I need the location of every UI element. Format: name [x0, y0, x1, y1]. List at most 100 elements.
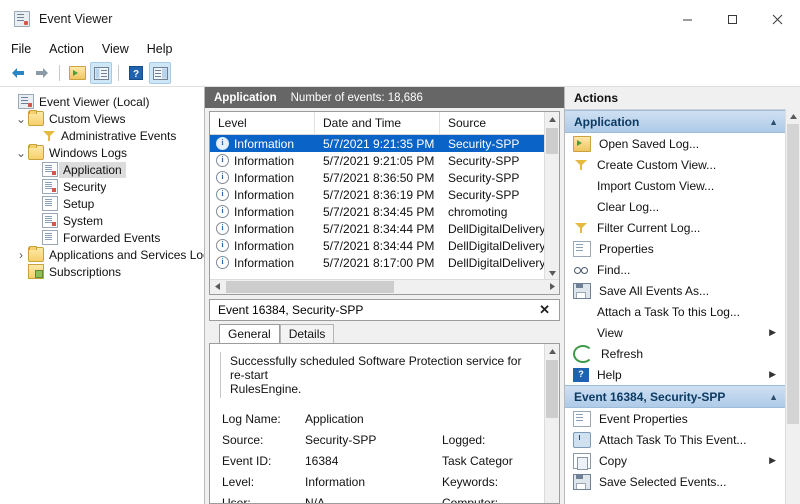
scroll-up-icon[interactable]: [545, 112, 559, 126]
chevron-down-icon[interactable]: ⌄: [14, 112, 28, 126]
help-icon[interactable]: ?: [125, 62, 147, 84]
properties-icon: [573, 410, 591, 427]
tree-node-event-viewer-local[interactable]: Event Viewer (Local): [0, 93, 204, 110]
minimize-button[interactable]: [665, 0, 710, 38]
action-save-selected-events[interactable]: Save Selected Events...: [565, 471, 786, 492]
action-help[interactable]: ? Help ▶: [565, 364, 786, 385]
scroll-right-icon[interactable]: [545, 280, 559, 293]
back-icon[interactable]: [7, 62, 29, 84]
action-import-custom-view[interactable]: Import Custom View...: [565, 175, 786, 196]
close-button[interactable]: [755, 0, 800, 38]
tree-node-applications-and-services-logs[interactable]: › Applications and Services Logs: [0, 246, 204, 263]
close-icon[interactable]: ✕: [536, 302, 553, 318]
actions-group-application[interactable]: Application ▲: [565, 110, 786, 133]
chevron-down-icon[interactable]: ⌄: [14, 146, 28, 160]
tree-node-windows-logs[interactable]: ⌄ Windows Logs: [0, 144, 204, 161]
menu-view[interactable]: View: [102, 40, 139, 58]
show-hide-console-tree-icon[interactable]: [90, 62, 112, 84]
action-view[interactable]: View ▶: [565, 322, 786, 343]
tree-node-subscriptions[interactable]: Subscriptions: [0, 263, 204, 280]
scrollbar-track[interactable]: [224, 280, 545, 294]
menu-help[interactable]: Help: [147, 40, 183, 58]
log-icon: [42, 213, 58, 228]
log-icon: [42, 196, 58, 211]
tab-details[interactable]: Details: [279, 324, 335, 343]
property-value: Information: [305, 474, 366, 489]
action-copy[interactable]: Copy ▶: [565, 450, 786, 471]
tree-node-application[interactable]: Application: [0, 161, 204, 178]
scrollbar-track[interactable]: [786, 123, 800, 504]
scrollbar-thumb[interactable]: [226, 281, 394, 293]
action-clear-log[interactable]: Clear Log...: [565, 196, 786, 217]
menu-action[interactable]: Action: [49, 40, 94, 58]
help-icon: ?: [573, 367, 589, 382]
scroll-up-icon[interactable]: [786, 109, 800, 123]
table-row[interactable]: i Information 5/7/2021 9:21:05 PM Securit…: [210, 152, 559, 169]
table-row[interactable]: i Information 5/7/2021 8:34:44 PM DellDig…: [210, 220, 559, 237]
property-row: User: N/A Computer:: [222, 492, 559, 504]
scrollbar-thumb[interactable]: [787, 124, 799, 424]
actions-scrollbar[interactable]: [785, 109, 800, 504]
scroll-down-icon[interactable]: [545, 266, 559, 280]
scrollbar-track[interactable]: [545, 126, 559, 266]
chevron-up-icon[interactable]: ▲: [769, 392, 778, 402]
action-attach-task-to-this-event[interactable]: Attach Task To This Event...: [565, 429, 786, 450]
actions-group-event[interactable]: Event 16384, Security-SPP ▲: [565, 385, 786, 408]
table-row[interactable]: i Information 5/7/2021 8:34:44 PM DellDig…: [210, 237, 559, 254]
action-label: Help: [597, 367, 622, 382]
save-icon: [573, 473, 591, 490]
column-header-level[interactable]: Level: [210, 112, 315, 134]
open-folder-icon[interactable]: [66, 62, 88, 84]
action-create-custom-view[interactable]: Create Custom View...: [565, 154, 786, 175]
property-label-secondary: Task Categor: [442, 453, 513, 468]
scrollbar-thumb[interactable]: [546, 360, 558, 418]
tree-node-label: Applications and Services Logs: [49, 247, 204, 262]
tree-node-label: Security: [63, 179, 107, 194]
event-list-horizontal-scrollbar[interactable]: [210, 279, 559, 294]
event-message-line1: Successfully scheduled Software Protecti…: [230, 354, 522, 382]
scroll-up-icon[interactable]: [545, 344, 559, 358]
menu-file[interactable]: File: [11, 40, 41, 58]
information-icon: i: [216, 137, 229, 150]
action-label: Open Saved Log...: [599, 136, 700, 151]
action-refresh[interactable]: Refresh: [565, 343, 786, 364]
event-viewer-window: Event Viewer File Action View Help ? Eve…: [0, 0, 800, 504]
action-filter-current-log[interactable]: Filter Current Log...: [565, 217, 786, 238]
tree-node-security[interactable]: Security: [0, 178, 204, 195]
table-row[interactable]: i Information 5/7/2021 8:36:50 PM Securit…: [210, 169, 559, 186]
scrollbar-track[interactable]: [545, 358, 559, 503]
cell-level: Information: [234, 204, 295, 219]
chevron-right-icon[interactable]: ›: [14, 248, 28, 262]
action-attach-a-task-to-this-log[interactable]: Attach a Task To this Log...: [565, 301, 786, 322]
column-header-date-and-time[interactable]: Date and Time: [315, 112, 440, 134]
action-find[interactable]: Find...: [565, 259, 786, 280]
chevron-up-icon[interactable]: ▲: [769, 117, 778, 127]
scrollbar-thumb[interactable]: [546, 128, 558, 154]
column-header-source[interactable]: Source: [440, 112, 559, 134]
table-row[interactable]: i Information 5/7/2021 8:36:19 PM Securit…: [210, 186, 559, 203]
cell-source: chromoting: [448, 204, 508, 219]
show-action-pane-icon[interactable]: [149, 62, 171, 84]
property-label: Log Name:: [222, 411, 281, 426]
tree-node-setup[interactable]: Setup: [0, 195, 204, 212]
cell-level: Information: [234, 136, 295, 151]
tab-general[interactable]: General: [219, 324, 280, 343]
table-row[interactable]: i Information 5/7/2021 9:21:35 PM Securit…: [210, 135, 559, 152]
event-detail-scrollbar[interactable]: [544, 344, 559, 503]
maximize-button[interactable]: [710, 0, 755, 38]
table-row[interactable]: i Information 5/7/2021 8:17:00 PM DellDig…: [210, 254, 559, 271]
table-row[interactable]: i Information 5/7/2021 8:34:45 PM chromot…: [210, 203, 559, 220]
action-event-properties[interactable]: Event Properties: [565, 408, 786, 429]
tree-node-forwarded-events[interactable]: Forwarded Events: [0, 229, 204, 246]
action-open-saved-log[interactable]: Open Saved Log...: [565, 133, 786, 154]
action-save-all-events-as[interactable]: Save All Events As...: [565, 280, 786, 301]
tree-node-custom-views[interactable]: ⌄ Custom Views: [0, 110, 204, 127]
cell-source: Security-SPP: [448, 136, 520, 151]
event-list-vertical-scrollbar[interactable]: [544, 112, 559, 280]
forward-icon[interactable]: [31, 62, 53, 84]
scroll-left-icon[interactable]: [210, 280, 224, 293]
tree-node-system[interactable]: System: [0, 212, 204, 229]
action-properties[interactable]: Properties: [565, 238, 786, 259]
event-list-header: Level Date and Time Source: [210, 112, 559, 135]
tree-node-administrative-events[interactable]: Administrative Events: [0, 127, 204, 144]
